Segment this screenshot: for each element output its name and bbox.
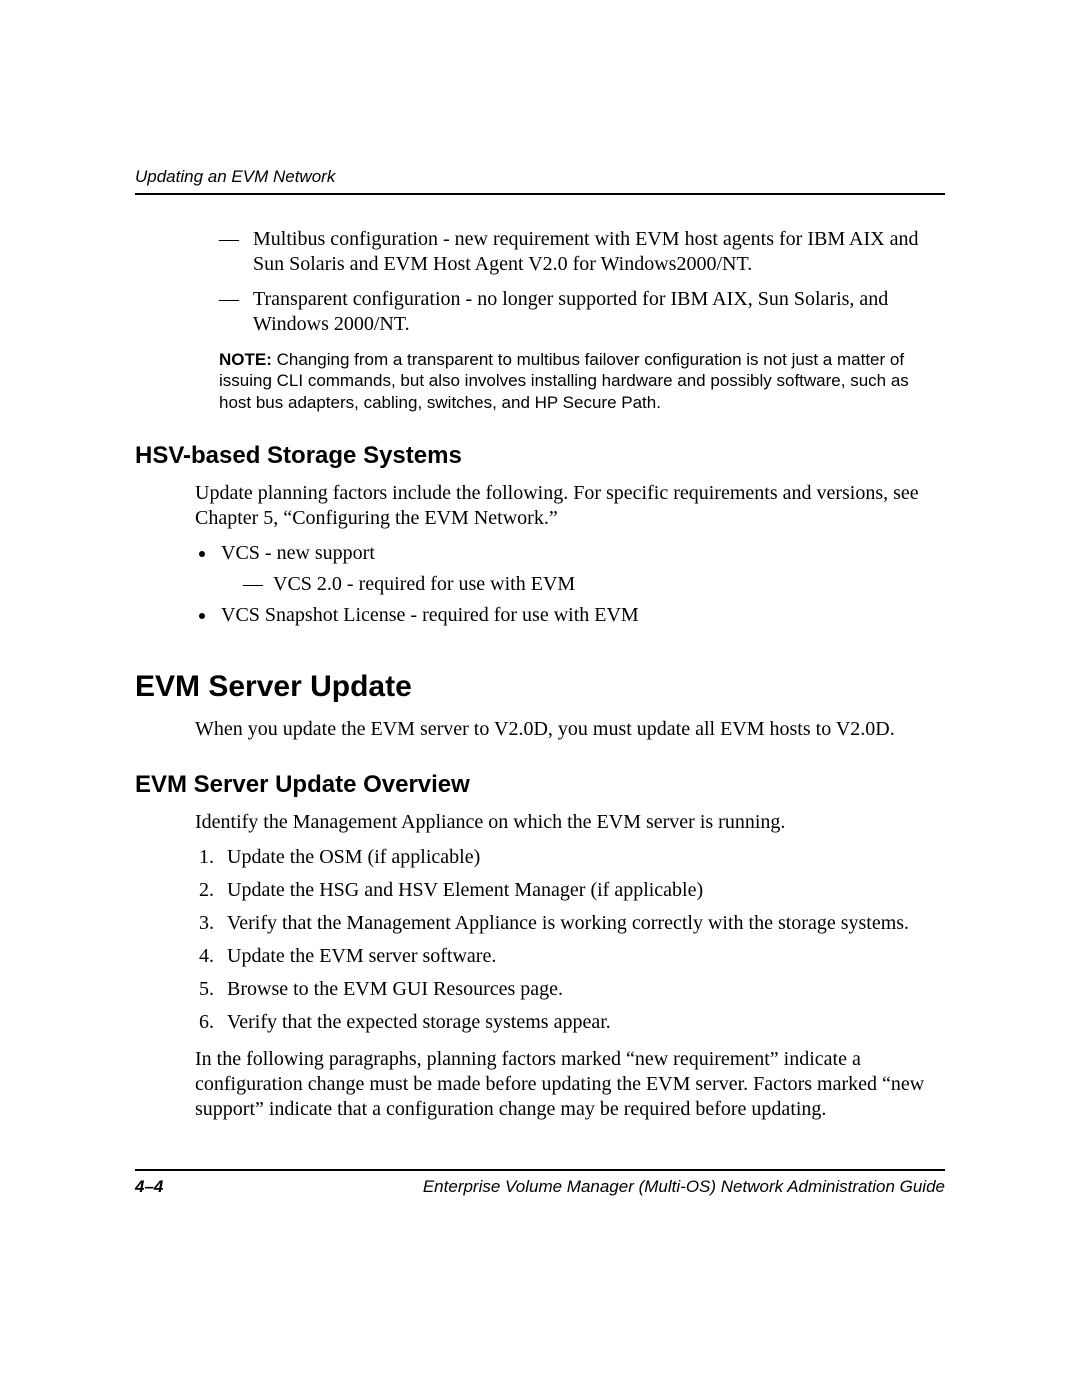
page: Updating an EVM Network Multibus configu…: [0, 0, 1080, 1397]
nested-dash-list: VCS 2.0 - required for use with EVM: [221, 572, 945, 597]
overview-step-list: Update the OSM (if applicable) Update th…: [135, 845, 945, 1035]
list-item: Update the OSM (if applicable): [219, 845, 945, 870]
overview-intro: Identify the Management Appliance on whi…: [135, 810, 945, 835]
list-item: VCS Snapshot License - required for use …: [217, 603, 945, 628]
list-item: Multibus configuration - new requirement…: [219, 227, 945, 277]
footer-page-number: 4–4: [135, 1177, 163, 1197]
hsv-bullet-list: VCS - new support VCS 2.0 - required for…: [135, 541, 945, 628]
list-item: VCS - new support VCS 2.0 - required for…: [217, 541, 945, 597]
footer-rule: [135, 1169, 945, 1171]
list-item: Transparent configuration - no longer su…: [219, 287, 945, 337]
heading-hsv: HSV-based Storage Systems: [135, 441, 945, 471]
list-item: Verify that the expected storage systems…: [219, 1010, 945, 1035]
update-intro: When you update the EVM server to V2.0D,…: [135, 717, 945, 742]
running-head: Updating an EVM Network: [135, 167, 945, 187]
hsv-intro: Update planning factors include the foll…: [135, 481, 945, 531]
page-footer: 4–4 Enterprise Volume Manager (Multi-OS)…: [135, 1169, 945, 1197]
list-item: Browse to the EVM GUI Resources page.: [219, 977, 945, 1002]
bullet-text: VCS Snapshot License - required for use …: [221, 604, 639, 626]
heading-evm-server-update: EVM Server Update: [135, 668, 945, 706]
note-label: NOTE:: [219, 350, 272, 369]
intro-dash-list: Multibus configuration - new requirement…: [135, 227, 945, 337]
footer-row: 4–4 Enterprise Volume Manager (Multi-OS)…: [135, 1177, 945, 1197]
page-content: Multibus configuration - new requirement…: [135, 195, 945, 1122]
note-block: NOTE: Changing from a transparent to mul…: [135, 349, 945, 413]
list-item: Update the EVM server software.: [219, 944, 945, 969]
list-item: Verify that the Management Appliance is …: [219, 911, 945, 936]
list-item: VCS 2.0 - required for use with EVM: [243, 572, 945, 597]
bullet-text: VCS - new support: [221, 542, 375, 564]
footer-doc-title: Enterprise Volume Manager (Multi-OS) Net…: [423, 1177, 945, 1197]
note-text: Changing from a transparent to multibus …: [219, 350, 909, 412]
list-item: Update the HSG and HSV Element Manager (…: [219, 878, 945, 903]
overview-closing: In the following paragraphs, planning fa…: [135, 1047, 945, 1122]
heading-overview: EVM Server Update Overview: [135, 770, 945, 800]
